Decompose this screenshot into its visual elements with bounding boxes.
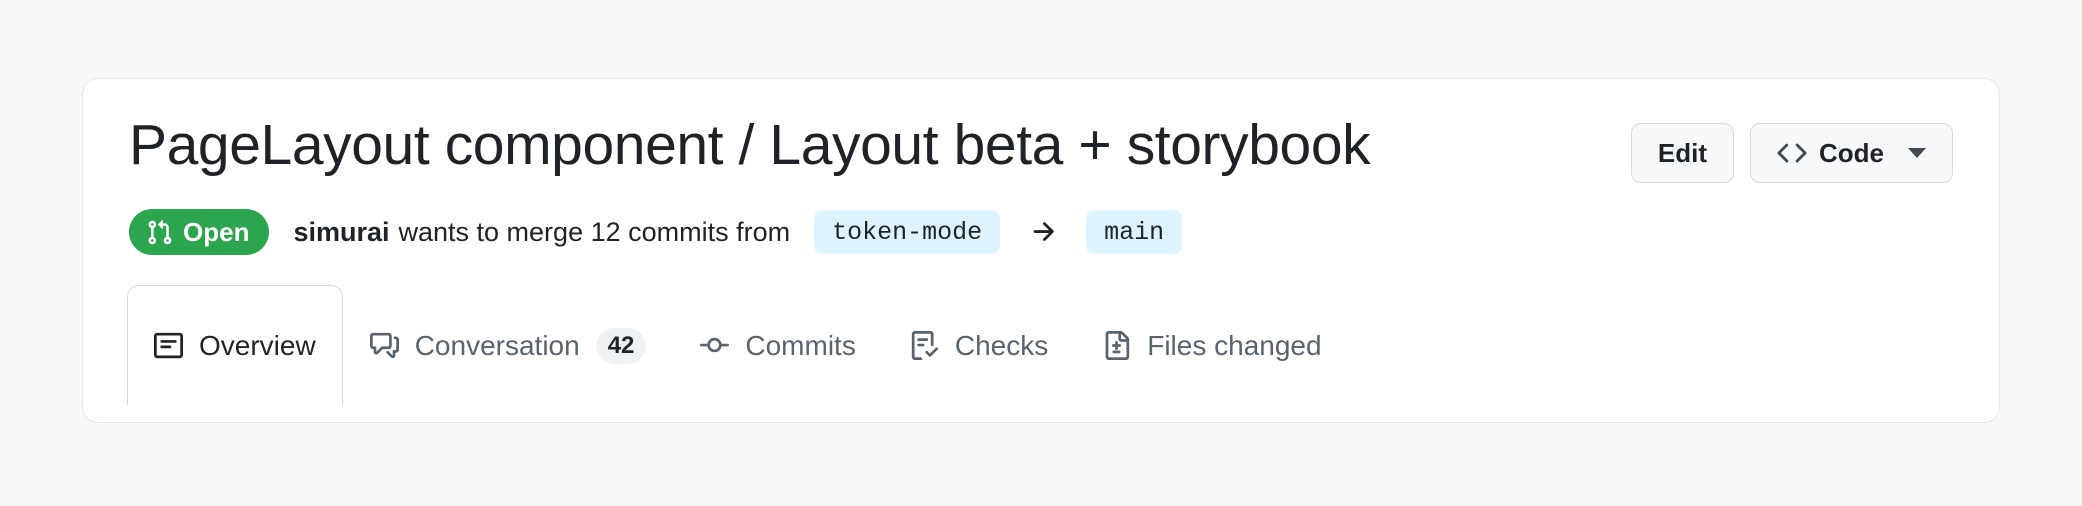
header-actions: Edit Code <box>1630 115 1953 183</box>
pull-request-header-card: PageLayout component / Layout beta + sto… <box>82 78 2000 423</box>
source-branch-chip[interactable]: token-mode <box>814 210 1001 254</box>
arrow-right-icon <box>1028 217 1058 247</box>
tab-commits[interactable]: Commits <box>673 285 882 405</box>
edit-button[interactable]: Edit <box>1630 123 1734 183</box>
code-icon <box>1777 138 1807 168</box>
pull-request-tabs: Overview Conversation 42 Commits Checks … <box>127 285 1953 405</box>
page-background: PageLayout component / Layout beta + sto… <box>0 0 2082 506</box>
merge-description-text: wants to merge 12 commits from <box>398 216 791 247</box>
pr-author[interactable]: simurai <box>293 217 389 248</box>
file-diff-icon <box>1102 331 1131 360</box>
target-branch-chip[interactable]: main <box>1086 210 1183 254</box>
merge-description: simurai wants to merge 12 commits from <box>293 217 790 248</box>
tab-conversation[interactable]: Conversation 42 <box>343 285 674 405</box>
tab-files-changed[interactable]: Files changed <box>1075 285 1348 405</box>
source-branch-label: token-mode <box>832 217 983 247</box>
tab-commits-label: Commits <box>745 329 856 361</box>
git-commit-icon <box>700 331 730 360</box>
code-button[interactable]: Code <box>1750 123 1953 183</box>
edit-button-label: Edit <box>1657 137 1707 168</box>
tab-files-changed-label: Files changed <box>1147 329 1322 361</box>
tab-overview[interactable]: Overview <box>127 285 343 405</box>
checklist-icon <box>910 331 939 360</box>
tab-checks[interactable]: Checks <box>883 285 1075 405</box>
comment-discussion-icon <box>369 331 399 360</box>
status-badge-label: Open <box>183 216 250 247</box>
title-row: PageLayout component / Layout beta + sto… <box>129 79 1953 183</box>
page-title: PageLayout component / Layout beta + sto… <box>129 113 1371 177</box>
status-badge: Open <box>129 209 270 255</box>
tab-checks-label: Checks <box>954 329 1049 361</box>
git-pull-request-icon <box>146 219 173 246</box>
tab-overview-label: Overview <box>199 329 316 361</box>
target-branch-label: main <box>1104 217 1165 247</box>
overview-icon <box>154 331 183 360</box>
code-button-label: Code <box>1819 137 1884 168</box>
pull-request-meta: Open simurai wants to merge 12 commits f… <box>129 209 1953 255</box>
chevron-down-icon <box>1908 148 1926 158</box>
tab-conversation-count: 42 <box>595 327 647 364</box>
tab-conversation-label: Conversation <box>414 329 580 361</box>
